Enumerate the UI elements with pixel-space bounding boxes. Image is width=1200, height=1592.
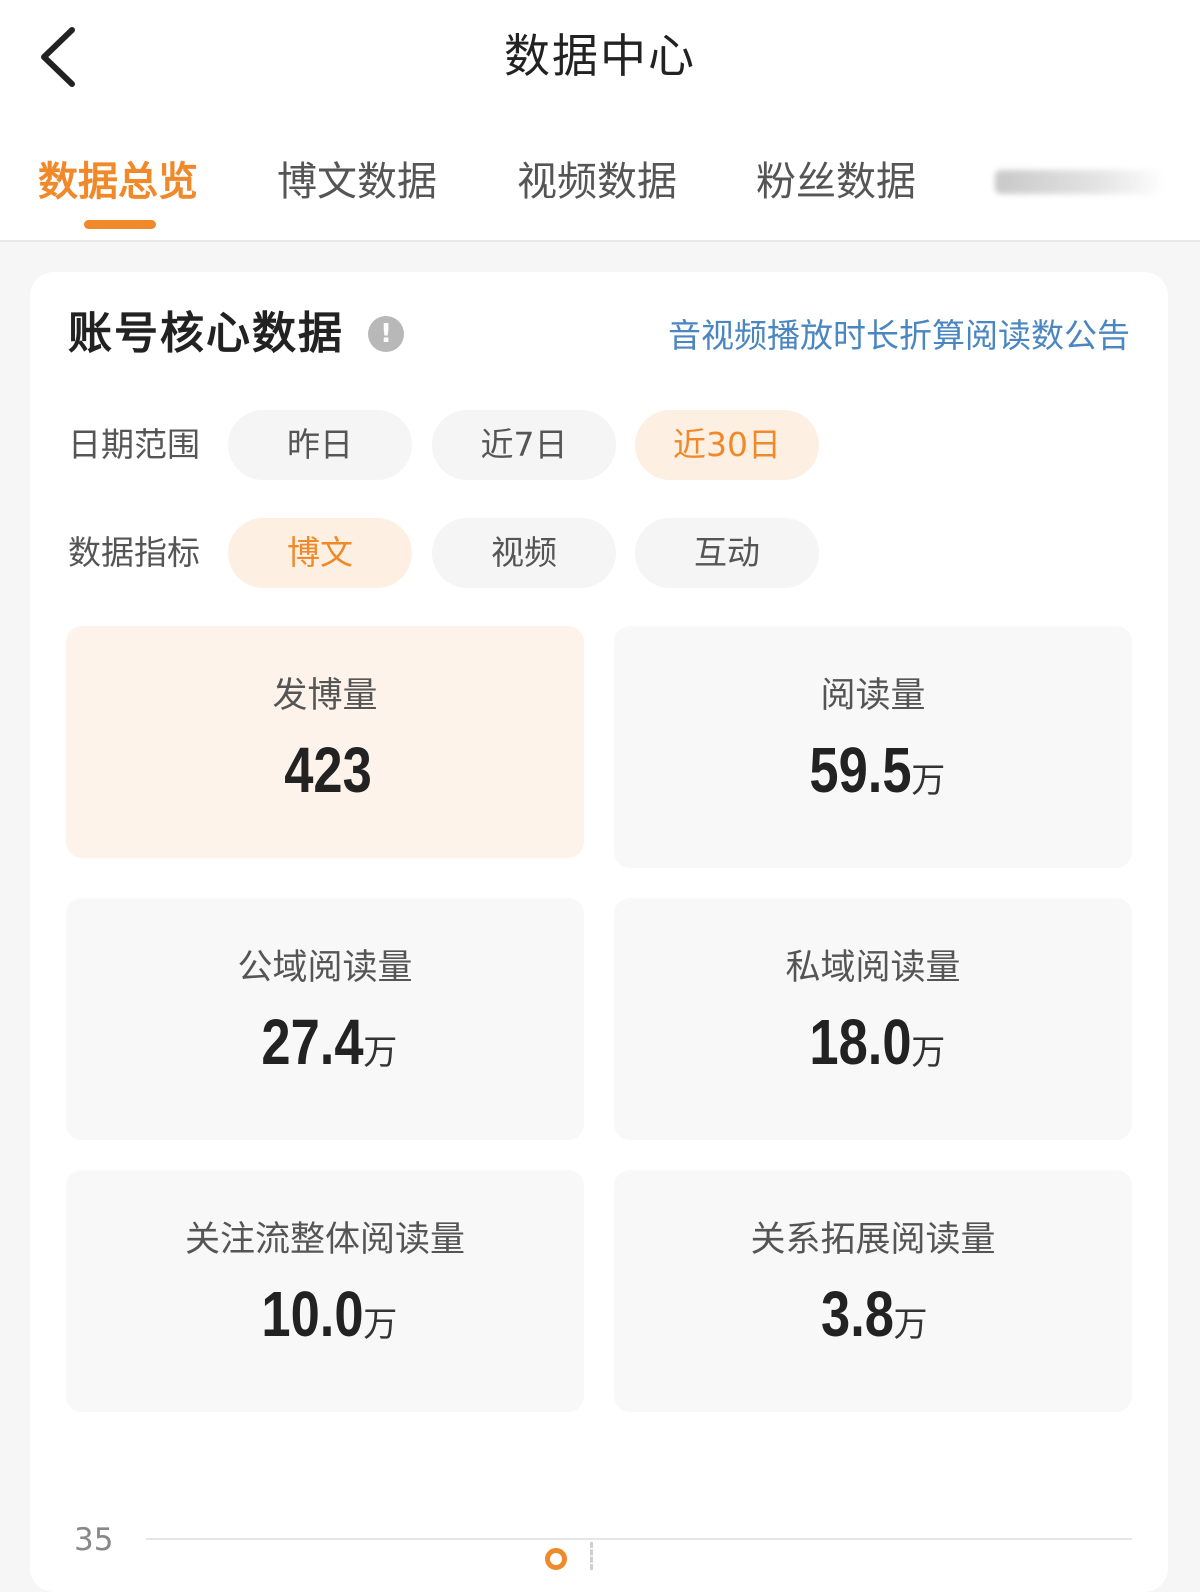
top-bar: 数据中心 数据总览 博文数据 视频数据 粉丝数据 — [0, 0, 1200, 242]
date-range-label: 日期范围 — [68, 425, 200, 464]
date-option-yesterday[interactable]: 昨日 — [228, 410, 412, 480]
info-icon[interactable]: ! — [368, 316, 404, 352]
metric-option-interaction[interactable]: 互动 — [635, 518, 819, 588]
metric-type-label: 数据指标 — [68, 533, 200, 572]
metric-card-relation-expand-reads[interactable]: 关系拓展阅读量 3.8万 — [614, 1170, 1132, 1412]
date-option-30-days[interactable]: 近30日 — [635, 410, 819, 480]
tab-more-faded[interactable] — [995, 170, 1165, 194]
metric-label: 关注流整体阅读量 — [184, 1220, 465, 1260]
metric-value: 10.0万 — [261, 1278, 398, 1350]
tab-fans-data[interactable]: 粉丝数据 — [756, 152, 916, 212]
chart-cursor-line[interactable] — [590, 1542, 593, 1570]
metric-card-public-reads[interactable]: 公域阅读量 27.4万 — [66, 898, 584, 1140]
metric-value: 423 — [283, 734, 372, 806]
metric-card-follow-feed-reads[interactable]: 关注流整体阅读量 10.0万 — [66, 1170, 584, 1412]
metric-label: 公域阅读量 — [237, 948, 413, 988]
metric-card-posts[interactable]: 发博量 423 — [66, 626, 584, 858]
tab-video-data[interactable]: 视频数据 — [517, 152, 677, 212]
tab-overview[interactable]: 数据总览 — [38, 152, 198, 212]
tab-bar: 数据总览 博文数据 视频数据 粉丝数据 — [0, 140, 1200, 240]
date-option-7-days[interactable]: 近7日 — [432, 410, 616, 480]
metric-value: 59.5万 — [809, 734, 946, 806]
tab-post-data[interactable]: 博文数据 — [277, 152, 437, 212]
metric-label: 私域阅读量 — [785, 948, 961, 988]
core-data-card: 账号核心数据 ! 音视频播放时长折算阅读数公告 日期范围 昨日 近7日 近30日… — [30, 272, 1168, 1592]
metric-label: 关系拓展阅读量 — [750, 1220, 996, 1260]
chart-data-point[interactable] — [545, 1548, 567, 1570]
metric-value: 27.4万 — [261, 1006, 398, 1078]
metric-card-private-reads[interactable]: 私域阅读量 18.0万 — [614, 898, 1132, 1140]
chart-y-tick: 35 — [74, 1522, 114, 1558]
metric-label: 阅读量 — [820, 676, 926, 716]
notice-link[interactable]: 音视频播放时长折算阅读数公告 — [668, 312, 1130, 360]
section-title: 账号核心数据 — [68, 308, 344, 359]
metric-card-reads[interactable]: 阅读量 59.5万 — [614, 626, 1132, 868]
page-title: 数据中心 — [504, 29, 696, 83]
chart-gridline — [146, 1538, 1132, 1540]
metric-value: 18.0万 — [809, 1006, 946, 1078]
metric-option-video[interactable]: 视频 — [432, 518, 616, 588]
metric-option-posts[interactable]: 博文 — [228, 518, 412, 588]
metric-label: 发博量 — [272, 676, 378, 716]
metric-value: 3.8万 — [820, 1278, 928, 1350]
active-tab-indicator — [84, 220, 156, 229]
